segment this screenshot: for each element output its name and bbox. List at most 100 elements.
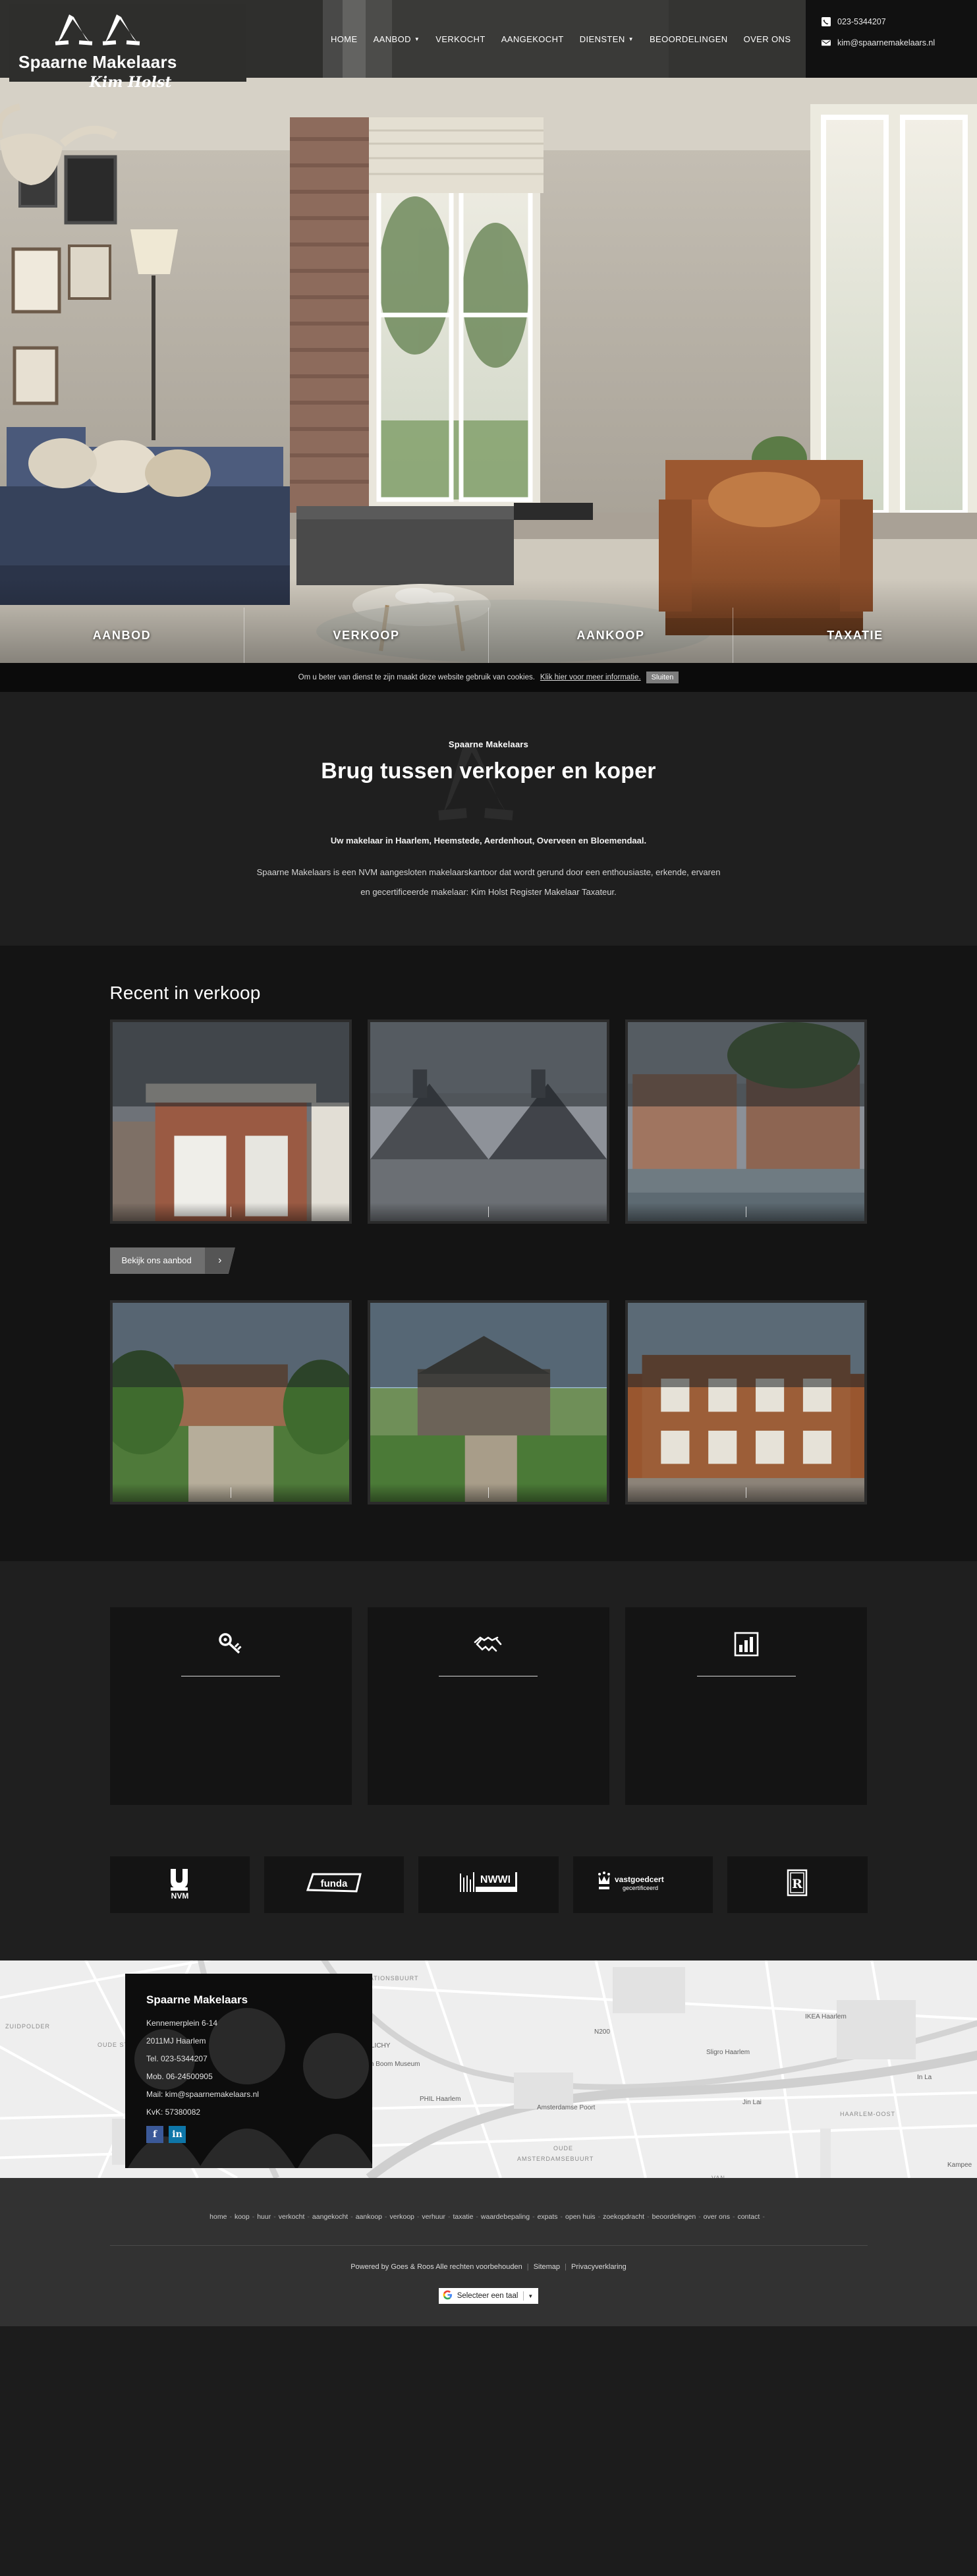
service-card-aankoop[interactable] [109, 1607, 352, 1805]
map-section[interactable]: STATIONSBUURT ZUIDPOLDER OUDE STAD LICHY IKE… [0, 1960, 977, 2178]
nav-item-over-ons[interactable]: OVER ONS [736, 0, 799, 78]
map-label: IKEA Haarlem [805, 2013, 847, 2020]
listing-card-footer [628, 1202, 865, 1221]
chevron-down-icon: ▼ [528, 2293, 534, 2299]
map-label: Kampee [947, 2161, 972, 2169]
footer-link-separator: - [732, 2212, 735, 2221]
page-root: Spaarne Makelaars Kim Holst HOME AANBOD ▼ V… [0, 0, 977, 2327]
listings-section: Recent in verkoop Bekijk ons aanbod › [0, 945, 977, 1561]
map-label: In La [917, 2073, 932, 2081]
hero-section: AANBOD VERKOOP AANKOOP TAXATIE [0, 78, 977, 663]
listing-card[interactable] [625, 1019, 868, 1224]
listing-row-purchased [109, 1300, 868, 1504]
footer-link-contact[interactable]: contact [737, 2213, 760, 2221]
footer-privacy-link[interactable]: Privacyverklaring [571, 2263, 627, 2271]
intro-section: Spaarne Makelaars Brug tussen verkoper e… [0, 692, 977, 946]
nav-item-diensten[interactable]: DIENSTEN ▼ [572, 0, 642, 78]
site-logo[interactable]: Spaarne Makelaars Kim Holst [9, 4, 246, 91]
cookie-info-link[interactable]: Klik hier voor meer informatie. [540, 673, 641, 681]
bar-chart-icon [642, 1630, 850, 1659]
partners-section: NVM funda NWWI vastgoedcert gecertificeerd R [0, 1856, 977, 1961]
footer-link-open-huis[interactable]: open huis [565, 2213, 596, 2221]
view-offerings-button[interactable]: Bekijk ons aanbod › [110, 1247, 235, 1274]
nav-item-aanbod[interactable]: AANBOD ▼ [366, 0, 428, 78]
listing-card[interactable] [367, 1300, 610, 1504]
partner-vastgoedcert-logo[interactable]: vastgoedcert gecertificeerd [572, 1856, 713, 1913]
facebook-icon[interactable]: f [146, 2125, 163, 2143]
nav-item-label: VERKOCHT [435, 34, 486, 44]
vastgoedcert-logo: vastgoedcert gecertificeerd [594, 1870, 692, 1899]
header-phone[interactable]: 023-5344207 [822, 17, 977, 26]
services-section [0, 1560, 977, 1856]
site-footer: home - koop - huur - verkocht - aangekocht - aanko… [0, 2177, 977, 2327]
listing-card-header [112, 1302, 349, 1387]
cookie-banner: Om u beter van dienst te zijn maakt deze… [0, 663, 977, 692]
partner-nwwi-logo[interactable]: NWWI [418, 1856, 559, 1913]
listing-footer-divider [488, 1487, 489, 1498]
map-label: HAARLEM-OOST [840, 2110, 896, 2117]
header-email[interactable]: kim@spaarnemakelaars.nl [822, 38, 977, 47]
footer-link-aangekocht[interactable]: aangekocht [312, 2213, 348, 2221]
contact-card-title: Spaarne Makelaars [146, 1993, 248, 2006]
contact-card-social: f in [146, 2125, 372, 2143]
footer-link-verhuur[interactable]: verhuur [422, 2213, 445, 2221]
partner-logo-row: NVM funda NWWI vastgoedcert gecertificeerd R [109, 1856, 868, 1913]
chevron-down-icon: ▼ [414, 36, 420, 42]
partner-rijksmonument-logo[interactable]: R [727, 1856, 868, 1913]
intro-paragraph-line-1: Spaarne Makelaars is een NVM aangesloten… [256, 867, 721, 877]
svg-text:vastgoedcert: vastgoedcert [615, 1875, 664, 1884]
listings-title: Recent in verkoop [109, 982, 261, 1003]
nwwi-logo: NWWI [457, 1870, 520, 1899]
listing-card[interactable] [367, 1019, 610, 1224]
footer-link-zoekopdracht[interactable]: zoekopdracht [603, 2213, 644, 2221]
hero-label-taxatie[interactable]: TAXATIE [733, 608, 977, 663]
footer-link-taxatie[interactable]: taxatie [453, 2213, 473, 2221]
nav-item-beoordelingen[interactable]: BEOORDELINGEN [642, 0, 736, 78]
footer-link-verkoop[interactable]: verkoop [390, 2213, 414, 2221]
footer-link-home[interactable]: home [209, 2213, 227, 2221]
footer-pipe-2: | [565, 2263, 567, 2272]
listing-card[interactable] [625, 1300, 868, 1504]
map-label: Amsterdamse Poort [537, 2104, 596, 2111]
footer-link-huur[interactable]: huur [257, 2213, 271, 2221]
language-selector[interactable]: Selecteer een taal ▼ [438, 2288, 539, 2304]
footer-link-separator: - [273, 2212, 276, 2221]
spaarne-logo-icon [55, 14, 140, 45]
nav-item-aangekocht[interactable]: AANGEKOCHT [493, 0, 572, 78]
linkedin-icon[interactable]: in [169, 2125, 186, 2143]
mail-icon [822, 40, 831, 46]
map-label: LICHY [371, 2042, 391, 2049]
intro-lead: Uw makelaar in Haarlem, Heemstede, Aerde… [330, 836, 647, 845]
footer-link-waardebepaling[interactable]: waardebepaling [481, 2213, 530, 2221]
listing-card[interactable] [109, 1300, 352, 1504]
service-card-verkoop[interactable] [367, 1607, 610, 1805]
view-offerings-label: Bekijk ons aanbod [110, 1247, 205, 1274]
listing-card[interactable] [109, 1019, 352, 1224]
intro-eyebrow: Spaarne Makelaars [448, 739, 529, 749]
key-icon [127, 1630, 335, 1659]
google-g-icon [443, 2290, 453, 2303]
footer-link-aankoop[interactable]: aankoop [356, 2213, 382, 2221]
footer-link-expats[interactable]: expats [538, 2213, 558, 2221]
contact-card-line: Mob. 06-24500905 [146, 2071, 213, 2081]
hero-label-verkoop[interactable]: VERKOOP [244, 608, 489, 663]
footer-link-over-ons[interactable]: over ons [704, 2213, 730, 2221]
partner-nvm-logo[interactable]: NVM [109, 1856, 250, 1913]
nav-item-verkocht[interactable]: VERKOCHT [428, 0, 493, 78]
hero-label-aanbod[interactable]: AANBOD [0, 608, 244, 663]
footer-link-separator: - [647, 2212, 650, 2221]
rijksmonument-logo: R [785, 1868, 809, 1901]
hero-label-aankoop[interactable]: AANKOOP [489, 608, 733, 663]
contact-info-card: Spaarne Makelaars Kennemerplein 6-14 2011… [125, 1973, 372, 2168]
footer-sitemap-link[interactable]: Sitemap [534, 2263, 560, 2271]
nvm-logo: NVM [161, 1865, 198, 1904]
partner-funda-logo[interactable]: funda [264, 1856, 405, 1913]
service-card-taxaties[interactable] [625, 1607, 868, 1805]
map-label: ZUIDPOLDER [5, 2022, 51, 2030]
listing-card-header [370, 1021, 607, 1106]
footer-link-verkocht[interactable]: verkocht [279, 2213, 305, 2221]
footer-link-beoordelingen[interactable]: beoordelingen [652, 2213, 696, 2221]
footer-link-koop[interactable]: koop [235, 2213, 250, 2221]
nav-item-home[interactable]: HOME [323, 0, 366, 78]
cookie-close-button[interactable]: Sluiten [646, 672, 679, 683]
